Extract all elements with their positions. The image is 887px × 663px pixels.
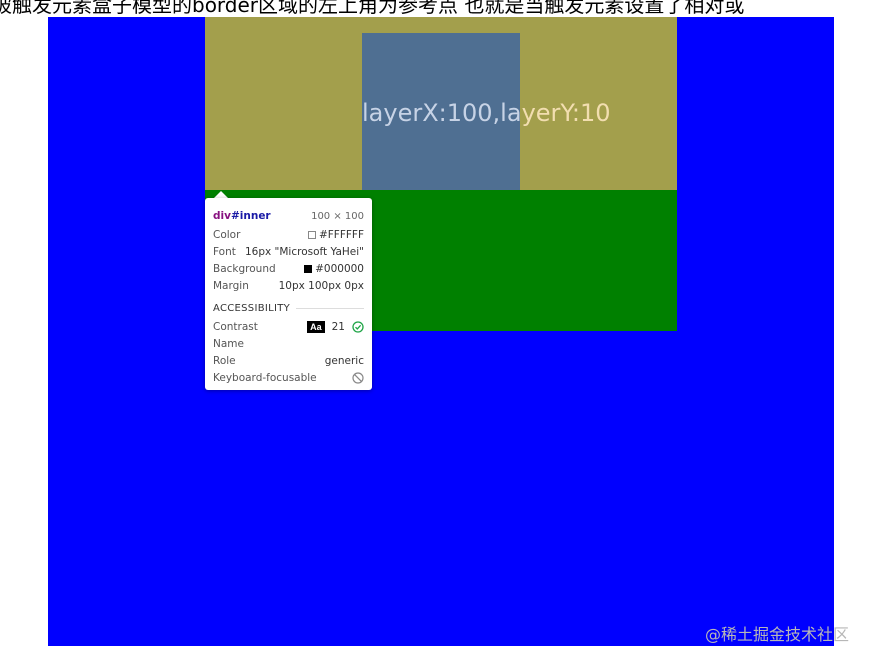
- element-id: #inner: [230, 210, 271, 222]
- devtools-inspect-tooltip: div#inner 100 × 100 Color #FFFFFF Font 1…: [205, 198, 372, 390]
- color-value: #FFFFFF: [307, 228, 364, 241]
- color-value-text: #FFFFFF: [318, 228, 364, 241]
- accessibility-title-text: ACCESSIBILITY: [213, 302, 291, 314]
- layer-text-main: layerX:100,la: [362, 99, 522, 127]
- tooltip-row-contrast: Contrast Aa 21: [213, 318, 364, 335]
- element-tag: div: [213, 210, 231, 222]
- tooltip-row-role: Role generic: [213, 352, 364, 369]
- check-circle-icon: [352, 320, 364, 333]
- layer-text-overflow: yerY:10: [521, 99, 611, 127]
- element-selector: div#inner: [213, 210, 271, 222]
- background-label: Background: [213, 262, 276, 275]
- role-label: Role: [213, 354, 236, 367]
- page-heading-text: 被触发元素盒子模型的border区域的左上角为参考点 也就是当触发元素设置了相对…: [0, 0, 745, 17]
- contrast-ratio: 21: [331, 320, 345, 333]
- tooltip-row-font: Font 16px "Microsoft YaHei": [213, 243, 364, 260]
- tooltip-arrow: [214, 191, 228, 198]
- watermark-text: @稀土掘金技术社区: [705, 625, 850, 644]
- element-size: 100 × 100: [311, 210, 364, 222]
- tooltip-row-name: Name: [213, 335, 364, 352]
- contrast-value: Aa 21: [307, 320, 364, 333]
- layer-coordinates-text: layerX:100,layerY:10: [362, 98, 611, 128]
- keyboard-focusable-label: Keyboard-focusable: [213, 371, 317, 384]
- tooltip-row-keyboard: Keyboard-focusable: [213, 369, 364, 386]
- tooltip-header: div#inner 100 × 100: [213, 206, 364, 226]
- color-swatch: [307, 230, 316, 239]
- color-label: Color: [213, 228, 241, 241]
- background-value-text: #000000: [315, 262, 364, 275]
- section-divider: [296, 307, 364, 309]
- accessibility-section-title: ACCESSIBILITY: [213, 298, 364, 318]
- contrast-badge: Aa: [307, 320, 325, 333]
- font-value: 16px "Microsoft YaHei": [244, 245, 364, 258]
- name-label: Name: [213, 337, 244, 350]
- role-value: generic: [324, 354, 364, 367]
- background-value: #000000: [304, 263, 364, 275]
- contrast-label: Contrast: [213, 320, 258, 333]
- font-label: Font: [213, 245, 236, 258]
- not-focusable-icon: [352, 371, 364, 384]
- margin-label: Margin: [213, 279, 249, 292]
- margin-value: 10px 100px 0px: [278, 279, 364, 292]
- background-swatch: [304, 264, 313, 273]
- tooltip-row-margin: Margin 10px 100px 0px: [213, 277, 364, 294]
- tooltip-row-color: Color #FFFFFF: [213, 226, 364, 243]
- tooltip-row-background: Background #000000: [213, 260, 364, 277]
